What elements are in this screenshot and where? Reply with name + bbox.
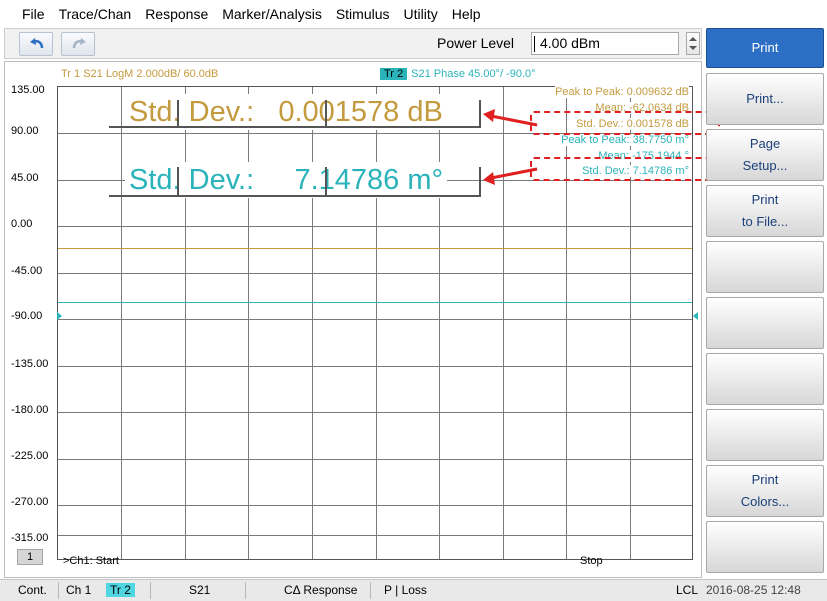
grid-line [58,412,692,413]
trace2-header[interactable]: Tr 2 S21 Phase 45.00°/ -90.0° [380,68,536,80]
measurement-display: Tr 1 S21 LogM 2.000dB/ 60.0dB Tr 2 S21 Ph… [4,61,720,578]
trace2-line [58,302,692,303]
menu-trace-chan[interactable]: Trace/Chan [59,6,132,22]
grid-line [121,87,122,559]
status-divider [245,582,246,599]
y-tick: 45.00 [11,172,39,184]
y-tick: -315.00 [11,532,49,544]
callout-label: Std. Dev.: [129,164,255,196]
status-divider [58,582,59,599]
grid-line [58,319,692,320]
highlight-box-tr1 [530,111,720,135]
toolbar: Power Level 4.00 dBm [4,28,702,59]
power-level-label: Power Level [437,35,515,51]
channel-start: >Ch1: Start [63,555,119,567]
power-level-input[interactable]: 4.00 dBm [531,32,679,55]
spin-down-icon[interactable] [689,46,697,50]
channel-number[interactable]: 1 [17,549,43,565]
callout-std-dev-tr1: Std. Dev.: 0.001578 dB [125,94,447,130]
status-ref: LCL [676,583,699,597]
status-trace[interactable]: Tr 2 [106,583,135,597]
callout-divider [325,167,327,197]
softkey-panel: Print Print... Page Setup... Print to Fi… [706,28,827,578]
menu-stimulus[interactable]: Stimulus [336,6,390,22]
y-tick: -180.00 [11,404,49,416]
grid-line [248,87,249,559]
status-datetime: 2016-08-25 12:48 [706,583,801,597]
grid-line [58,366,692,367]
menu-help[interactable]: Help [452,6,481,22]
grid-line [185,87,186,559]
y-tick: -90.00 [11,310,43,322]
trace2-badge: Tr 2 [380,68,408,80]
softkey-print[interactable]: Print... [706,73,824,125]
redo-icon [72,38,86,49]
menu-utility[interactable]: Utility [404,6,438,22]
y-tick: 90.00 [11,125,39,137]
status-cal[interactable]: CΔ Response [284,583,357,597]
reference-marker-left-icon [57,312,62,320]
grid-line [58,273,692,274]
status-channel[interactable]: Ch 1 [66,583,91,597]
tr1-peak-to-peak: Peak to Peak: 0.009632 dB [555,86,689,98]
grid-line [58,535,692,536]
softkey-empty-2[interactable] [706,297,824,349]
highlight-box-tr2 [530,157,720,181]
softkey-empty-3[interactable] [706,353,824,405]
menu-marker-analysis[interactable]: Marker/Analysis [222,6,322,22]
status-divider [150,582,151,599]
undo-icon [30,38,44,49]
softkey-empty-4[interactable] [706,409,824,461]
status-mode[interactable]: Cont. [18,583,47,597]
grid-line [312,87,313,559]
y-tick: -225.00 [11,450,49,462]
grid-line [376,87,377,559]
menu-bar: File Trace/Chan Response Marker/Analysis… [0,0,827,28]
status-bar: Cont. Ch 1 Tr 2 S21 CΔ Response P | Loss… [0,579,827,601]
softkey-empty-5[interactable] [706,521,824,573]
callout-value: 0.001578 dB [278,96,443,128]
tr2-peak-to-peak: Peak to Peak: 38.7750 m° [561,134,689,146]
softkey-page-setup[interactable]: Page Setup... [706,129,824,181]
trace2-header-text: S21 Phase 45.00°/ -90.0° [411,68,536,80]
y-tick: 135.00 [11,84,45,96]
callout-underline [109,126,481,128]
trace1-header[interactable]: Tr 1 S21 LogM 2.000dB/ 60.0dB [61,68,218,80]
status-param[interactable]: S21 [189,583,210,597]
undo-button[interactable] [19,32,53,56]
y-tick: -135.00 [11,358,49,370]
callout-std-dev-tr2: Std. Dev.: 7.14786 m° [125,162,448,198]
menu-file[interactable]: File [22,6,45,22]
softkey-print-to-file[interactable]: Print to File... [706,185,824,237]
reference-marker-right-icon [693,312,698,320]
red-arrow-icon [483,109,538,185]
grid-line [439,87,440,559]
callout-value: 7.14786 m° [294,164,444,196]
trace1-line [58,248,692,249]
softkey-print-title[interactable]: Print [706,28,824,68]
grid-line [58,505,692,506]
status-loss[interactable]: P | Loss [384,583,427,597]
spin-up-icon[interactable] [689,37,697,41]
power-level-spinner[interactable] [686,32,700,55]
status-divider [370,582,371,599]
grid-line [58,226,692,227]
callout-underline [109,195,481,197]
y-tick: -270.00 [11,496,49,508]
softkey-empty-1[interactable] [706,241,824,293]
y-tick: -45.00 [11,265,43,277]
callout-divider [325,100,327,128]
callout-label: Std. Dev.: [129,96,255,128]
callout-divider [177,167,179,197]
softkey-print-colors[interactable]: Print Colors... [706,465,824,517]
y-tick: 0.00 [11,218,33,230]
menu-response[interactable]: Response [145,6,208,22]
callout-divider [177,100,179,128]
channel-stop: Stop [580,555,603,567]
grid-line [58,459,692,460]
redo-button[interactable] [61,32,95,56]
